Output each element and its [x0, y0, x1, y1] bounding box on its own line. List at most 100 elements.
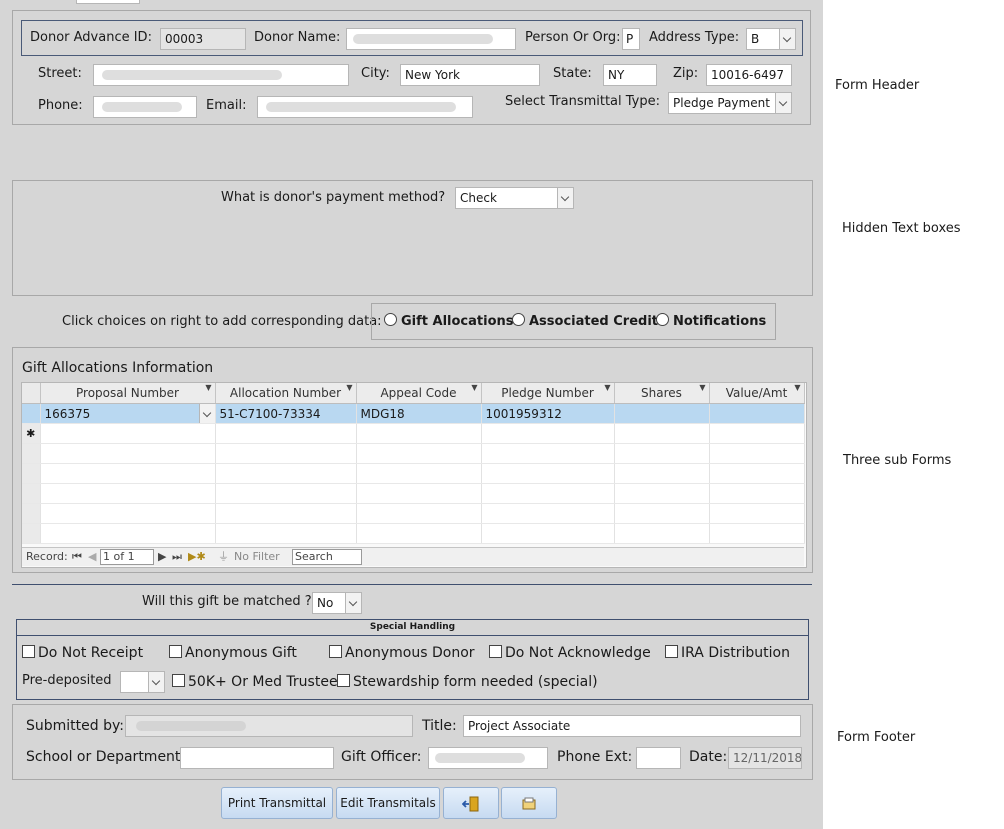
checkbox-icon[interactable]: [337, 674, 350, 687]
city-field[interactable]: New York: [400, 64, 540, 86]
matching-value: No: [317, 596, 334, 610]
table-cell[interactable]: [215, 423, 357, 444]
radio-icon[interactable]: [384, 313, 397, 326]
state-field[interactable]: NY: [603, 64, 657, 86]
checkbox-do-not-acknowledge[interactable]: Do Not Acknowledge: [489, 643, 651, 663]
annotation-hidden-text-boxes: Hidden Text boxes: [842, 221, 961, 236]
person-or-org-field[interactable]: P: [622, 28, 640, 50]
donor-advance-id-field[interactable]: 00003: [160, 28, 246, 50]
filter-icon[interactable]: ⏚: [218, 548, 229, 566]
column-header-value-amt[interactable]: Value/Amt ▼: [709, 383, 805, 404]
column-header-allocation-number[interactable]: Allocation Number ▼: [215, 383, 357, 404]
section-divider: [12, 584, 812, 585]
gift-officer-field[interactable]: [428, 747, 548, 769]
table-cell[interactable]: [709, 403, 805, 424]
checkbox-stewardship-form[interactable]: Stewardship form needed (special): [337, 672, 598, 692]
date-field[interactable]: 12/11/2018: [728, 747, 802, 769]
phone-field[interactable]: [93, 96, 197, 118]
checkbox-icon[interactable]: [22, 645, 35, 658]
radio-icon[interactable]: [656, 313, 669, 326]
last-record-icon[interactable]: ⏭: [172, 548, 182, 566]
search-box[interactable]: Search: [292, 549, 362, 565]
street-label: Street:: [38, 66, 82, 81]
column-header-appeal-code[interactable]: Appeal Code ▼: [356, 383, 482, 404]
checkbox-ira-distribution[interactable]: IRA Distribution: [665, 643, 790, 663]
chevron-down-icon[interactable]: [148, 672, 164, 692]
record-position-field[interactable]: 1 of 1: [100, 549, 154, 565]
filter-status[interactable]: No Filter: [234, 548, 280, 566]
sort-dropdown-icon[interactable]: ▼: [471, 383, 477, 392]
checkbox-do-not-receipt[interactable]: Do Not Receipt: [22, 643, 143, 663]
chevron-down-icon[interactable]: [779, 29, 795, 49]
next-record-icon[interactable]: ▶: [158, 548, 166, 566]
checkbox-anonymous-gift[interactable]: Anonymous Gift: [169, 643, 297, 663]
table-cell[interactable]: [481, 423, 615, 444]
option-associated-credits[interactable]: Associated Credits: [512, 312, 666, 332]
checkbox-anonymous-donor[interactable]: Anonymous Donor: [329, 643, 475, 663]
payment-method-value: Check: [460, 191, 497, 205]
checkbox-50k-or-med-trustee[interactable]: 50K+ Or Med Trustee: [172, 672, 338, 692]
email-field[interactable]: [257, 96, 473, 118]
checkbox-icon[interactable]: [329, 645, 342, 658]
table-cell[interactable]: [709, 423, 805, 444]
chevron-down-icon[interactable]: [198, 404, 214, 423]
table-cell[interactable]: [614, 403, 710, 424]
previous-record-icon[interactable]: ◀: [88, 548, 96, 566]
option-gift-allocations[interactable]: Gift Allocations: [384, 312, 514, 332]
edit-transmittals-button[interactable]: Edit Transmitals: [336, 787, 440, 819]
sort-dropdown-icon[interactable]: ▼: [604, 383, 610, 392]
row-selector-header[interactable]: [22, 383, 41, 404]
row-selector[interactable]: [22, 403, 41, 424]
table-cell[interactable]: [614, 423, 710, 444]
exit-button[interactable]: [443, 787, 499, 819]
chevron-down-icon[interactable]: [775, 93, 791, 113]
sort-dropdown-icon[interactable]: ▼: [699, 383, 705, 392]
table-cell[interactable]: 166375: [40, 403, 216, 424]
new-record-row[interactable]: ✱: [22, 423, 805, 444]
title-field[interactable]: Project Associate: [463, 715, 801, 737]
table-cell[interactable]: 51-C7100-73334: [215, 403, 357, 424]
table-cell: [481, 503, 615, 524]
radio-icon[interactable]: [512, 313, 525, 326]
sort-dropdown-icon[interactable]: ▼: [346, 383, 352, 392]
payment-method-combo[interactable]: Check: [455, 187, 574, 209]
annotation-three-sub-forms: Three sub Forms: [843, 453, 952, 468]
column-header-pledge-number[interactable]: Pledge Number ▼: [481, 383, 615, 404]
checkbox-icon[interactable]: [172, 674, 185, 687]
matching-combo[interactable]: No: [312, 592, 362, 614]
chevron-down-icon[interactable]: [557, 188, 573, 208]
table-cell[interactable]: MDG18: [356, 403, 482, 424]
sort-dropdown-icon[interactable]: ▼: [205, 383, 211, 392]
phone-ext-field[interactable]: [636, 747, 681, 769]
checkbox-icon[interactable]: [489, 645, 502, 658]
submitted-by-field[interactable]: [125, 715, 413, 737]
street-field[interactable]: [93, 64, 349, 86]
print-transmittal-button[interactable]: Print Transmittal: [221, 787, 333, 819]
table-cell[interactable]: [40, 423, 216, 444]
empty-row: [22, 523, 805, 544]
checkbox-icon[interactable]: [169, 645, 182, 658]
chevron-down-icon[interactable]: [345, 593, 361, 613]
gift-officer-label: Gift Officer:: [341, 749, 422, 765]
pre-deposited-label: Pre-deposited: [22, 673, 112, 688]
table-cell[interactable]: 1001959312: [481, 403, 615, 424]
new-record-icon[interactable]: ▶✱: [188, 548, 206, 566]
first-record-icon[interactable]: ⏮: [72, 548, 82, 566]
folder-icon: [522, 797, 536, 809]
zip-field[interactable]: 10016-6497: [706, 64, 792, 86]
column-header-proposal-number[interactable]: Proposal Number ▼: [40, 383, 216, 404]
empty-row: [22, 503, 805, 524]
donor-name-field[interactable]: [346, 28, 516, 50]
school-department-field[interactable]: [180, 747, 334, 769]
option-notifications[interactable]: Notifications: [656, 312, 766, 332]
open-folder-button[interactable]: [501, 787, 557, 819]
address-type-combo[interactable]: B: [746, 28, 796, 50]
checkbox-icon[interactable]: [665, 645, 678, 658]
column-header-shares[interactable]: Shares ▼: [614, 383, 710, 404]
option-associated-credits-label: Associated Credits: [529, 314, 666, 329]
transmittal-type-combo[interactable]: Pledge Payment: [668, 92, 792, 114]
table-cell[interactable]: [356, 423, 482, 444]
table-row[interactable]: 166375 51-C7100-73334 MDG18 1001959312: [22, 403, 805, 424]
sort-dropdown-icon[interactable]: ▼: [794, 383, 800, 392]
pre-deposited-combo[interactable]: [120, 671, 165, 693]
